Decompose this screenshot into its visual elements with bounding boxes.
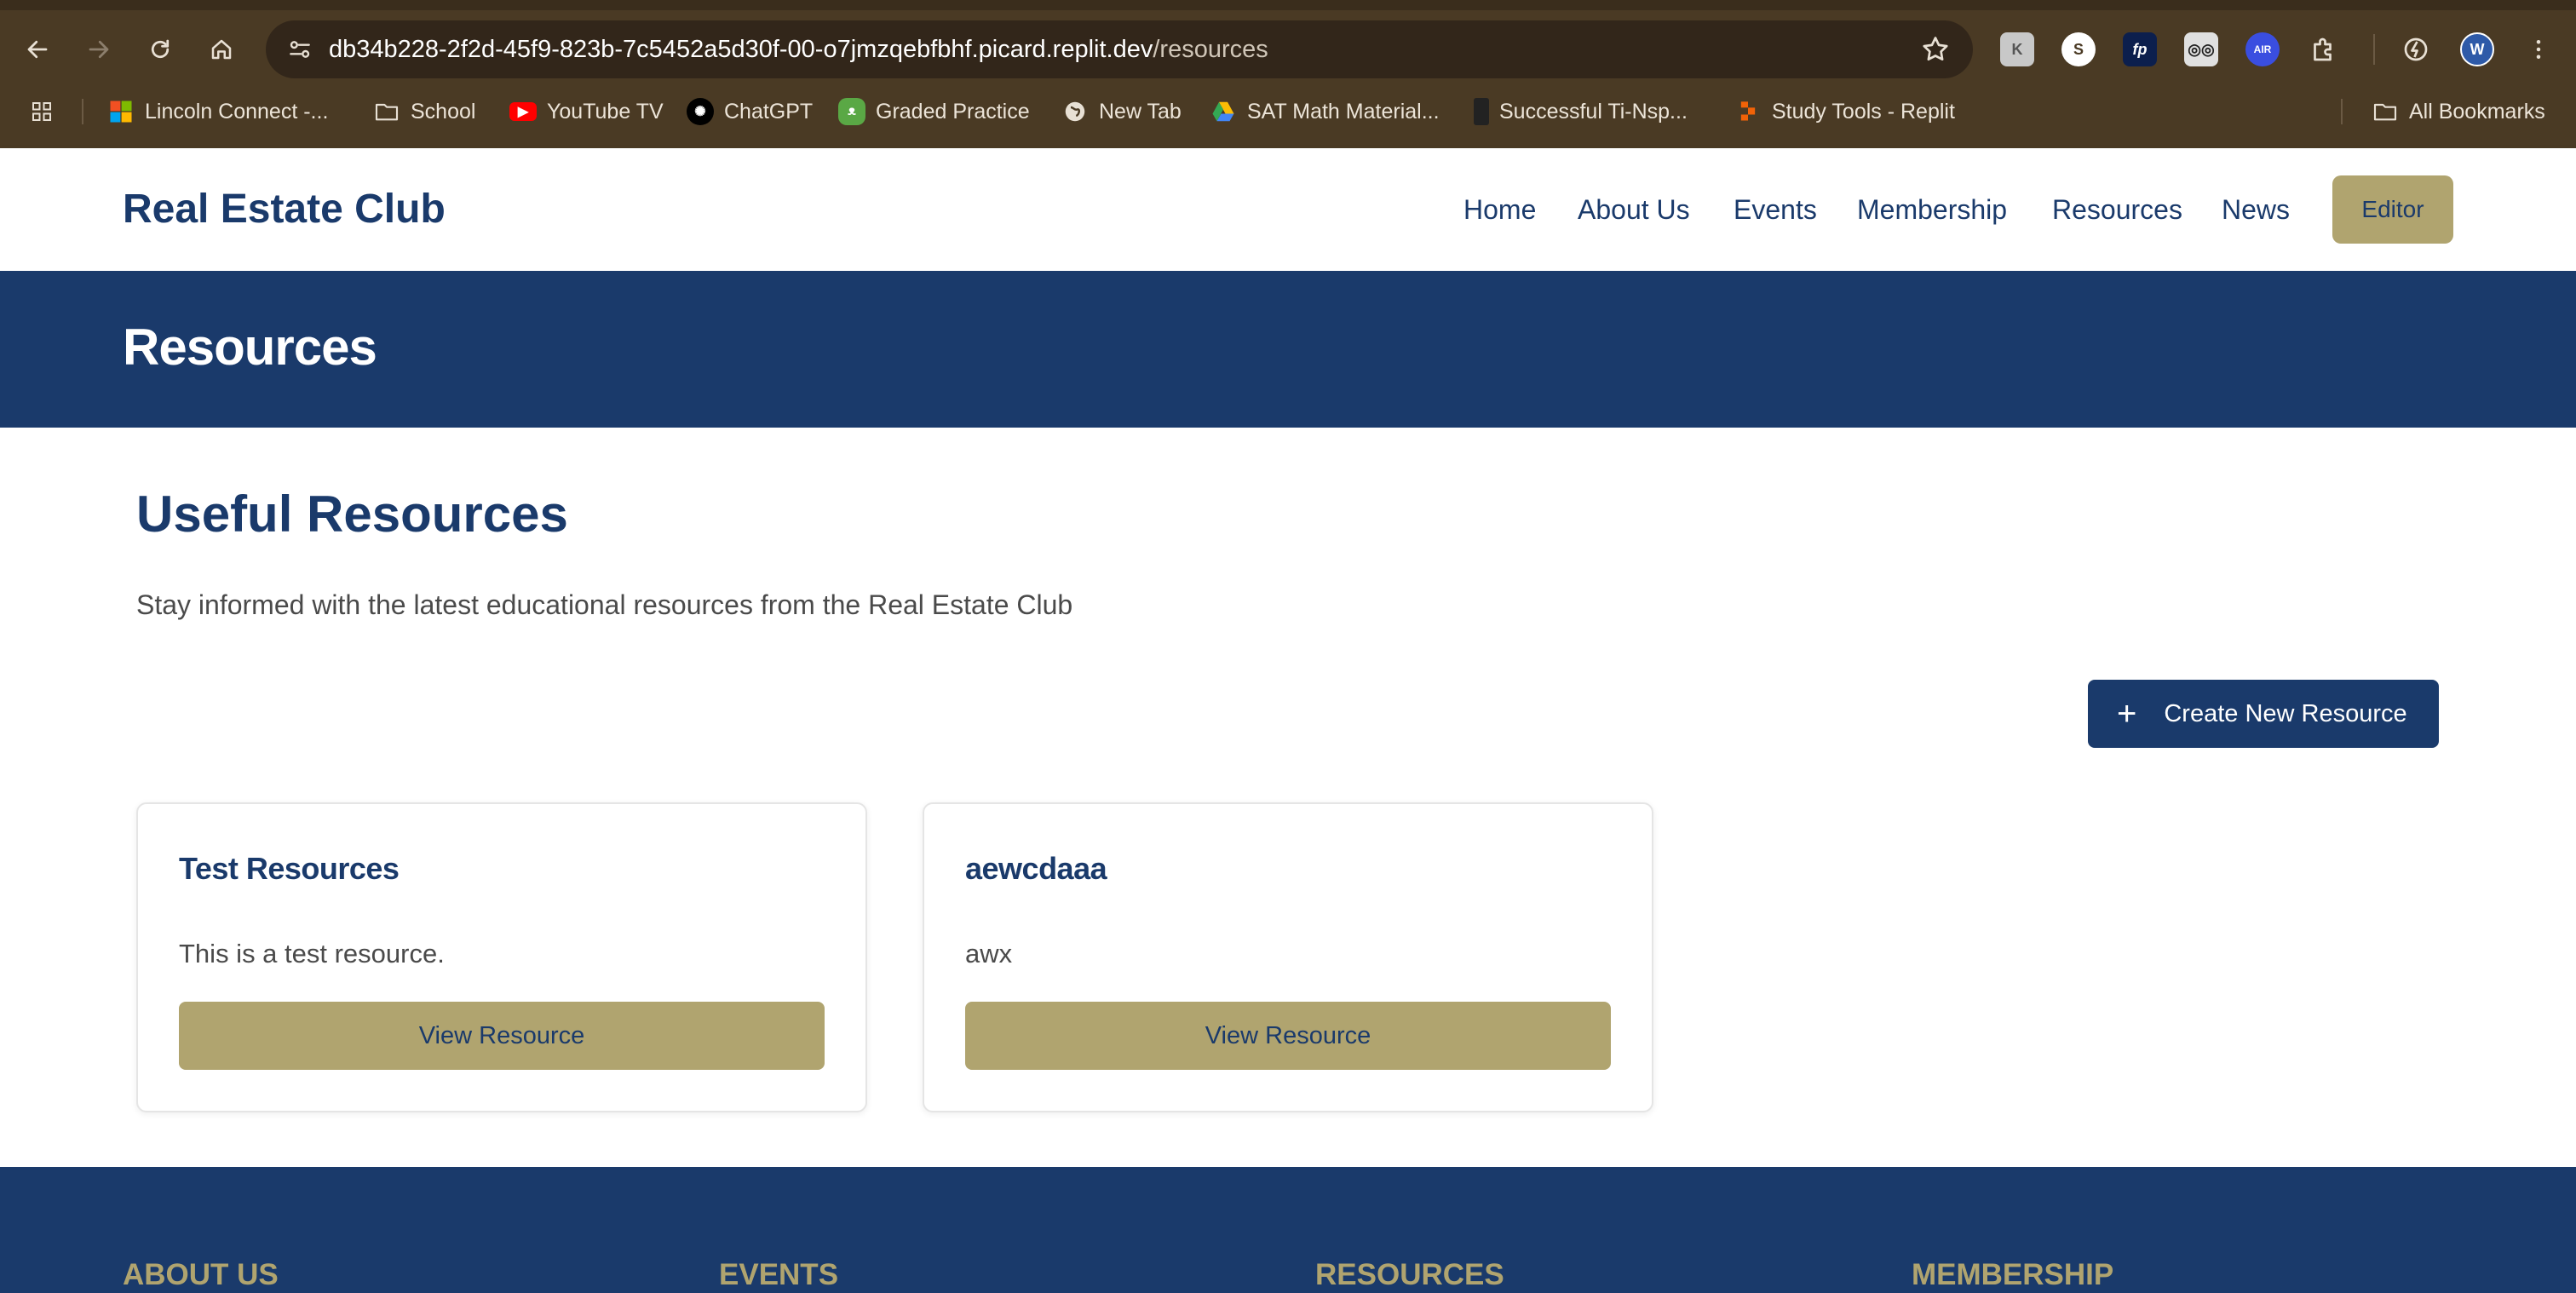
bookmark-chatgpt[interactable]: ✺ ChatGPT [687,92,813,131]
forward-button[interactable] [78,29,119,70]
bookmark-youtube-tv[interactable]: ▶ YouTube TV [509,92,664,131]
site-settings-icon[interactable] [286,36,313,63]
site-footer: ABOUT US EVENTS RESOURCES MEMBERSHIP [0,1167,2576,1293]
air-icon[interactable]: AIR [2245,32,2280,66]
bookmark-label: YouTube TV [547,99,664,124]
bookmark-label: School [411,99,476,124]
frog-icon: ᴥ [838,98,865,125]
reload-icon [151,39,170,59]
all-bookmarks-label: All Bookmarks [2409,99,2545,124]
fp-icon[interactable]: fp [2123,32,2157,66]
footer-heading-events: EVENTS [719,1258,839,1291]
replit-icon[interactable] [2399,32,2433,66]
replit-logo-icon [1734,98,1762,125]
brand-logo[interactable]: Real Estate Club [123,186,446,233]
folder-icon [373,98,400,125]
profile-initial: W [2470,40,2485,58]
menu-button[interactable] [2521,32,2556,66]
create-resource-button[interactable]: + Create New Resource [2088,680,2439,748]
bookmark-ti-nspire[interactable]: Successful Ti-Nsp... [1474,92,1688,131]
resource-card-description: awx [965,939,1013,968]
glasses-icon[interactable]: ◎◎ [2184,32,2218,66]
bookmark-school[interactable]: School [373,92,475,131]
puzzle-icon[interactable] [2307,32,2341,66]
kebab-menu-icon [2536,40,2541,59]
bookmark-label: Study Tools - Replit [1772,99,1955,124]
bookmark-label: Lincoln Connect -... [145,99,329,124]
footer-heading-about: ABOUT US [123,1258,279,1291]
bookmarks-divider [2341,99,2343,124]
bookmark-label: Graded Practice [876,99,1030,124]
view-resource-button[interactable]: View Resource [179,1002,825,1070]
bookmarks-bar: Lincoln Connect -... School ▶ YouTube TV… [0,92,2576,131]
home-icon [211,39,232,60]
bookmark-star-icon[interactable] [1920,34,1951,65]
footer-heading-membership: MEMBERSHIP [1912,1258,2114,1291]
url-host: db34b228-2f2d-45f9-823b-7c5452a5d30f-00-… [329,36,1153,63]
site-header: Real Estate Club Home About Us Events Me… [0,148,2576,271]
bookmark-graded-practice[interactable]: ᴥ Graded Practice [838,92,1030,131]
url-path: /resources [1153,36,1268,63]
nav-events[interactable]: Events [1734,193,1817,227]
extension-icon[interactable]: K [2000,32,2034,66]
footer-heading-resources: RESOURCES [1315,1258,1504,1291]
section-title: Useful Resources [136,486,568,543]
calculator-icon [1474,98,1489,125]
nav-resources[interactable]: Resources [2052,193,2182,227]
address-bar[interactable]: db34b228-2f2d-45f9-823b-7c5452a5d30f-00-… [266,20,1973,78]
forward-arrow-icon [89,40,109,59]
page-banner: Resources [0,271,2576,428]
profile-avatar[interactable]: W [2460,32,2494,66]
page-title: Resources [123,319,377,376]
reload-button[interactable] [140,29,181,70]
bookmark-label: ChatGPT [724,99,814,124]
lightning-circle-icon [2404,37,2428,61]
nav-about-us[interactable]: About Us [1578,193,1690,227]
globe-icon [1061,98,1089,125]
nav-membership[interactable]: Membership [1857,193,2007,227]
tab-strip [0,0,2576,10]
all-bookmarks-button[interactable]: All Bookmarks [2372,92,2545,131]
bookmark-sat-math[interactable]: SAT Math Material... [1210,92,1440,131]
browser-chrome: db34b228-2f2d-45f9-823b-7c5452a5d30f-00-… [0,0,2576,148]
microsoft-icon [107,98,135,125]
resource-card-description: This is a test resource. [179,939,445,968]
bookmark-new-tab[interactable]: New Tab [1061,92,1182,131]
s-icon[interactable]: S [2061,32,2096,66]
create-resource-label: Create New Resource [2164,699,2407,727]
folder-icon [2372,98,2399,125]
extensions-puzzle-icon [2314,37,2332,61]
section-description: Stay informed with the latest educationa… [136,589,1073,620]
bookmark-lincoln-connect[interactable]: Lincoln Connect -... [107,92,328,131]
back-button[interactable] [17,29,58,70]
bookmark-label: SAT Math Material... [1247,99,1440,124]
resource-card-title: Test Resources [179,851,400,886]
toolbar-divider [2373,34,2375,65]
editor-button[interactable]: Editor [2332,175,2453,244]
view-resource-button[interactable]: View Resource [965,1002,1611,1070]
apps-grid-icon [32,102,51,121]
drive-icon [1210,98,1237,125]
nav-home[interactable]: Home [1463,193,1536,227]
bookmark-study-tools[interactable]: Study Tools - Replit [1734,92,1955,131]
apps-button[interactable] [29,92,55,131]
bookmark-label: New Tab [1099,99,1182,124]
url-text: db34b228-2f2d-45f9-823b-7c5452a5d30f-00-… [329,34,1268,65]
resource-card: Test Resources This is a test resource. … [136,802,867,1112]
back-arrow-icon [27,40,48,59]
bookmarks-divider [82,99,83,124]
youtube-icon: ▶ [509,102,537,121]
resource-card-title: aewcdaaa [965,851,1107,886]
resource-card: aewcdaaa awx View Resource [923,802,1653,1112]
plus-icon: + [2117,695,2137,733]
home-button[interactable] [201,29,242,70]
bookmark-label: Successful Ti-Nsp... [1499,99,1688,124]
nav-news[interactable]: News [2222,193,2290,227]
chatgpt-icon: ✺ [687,98,714,125]
